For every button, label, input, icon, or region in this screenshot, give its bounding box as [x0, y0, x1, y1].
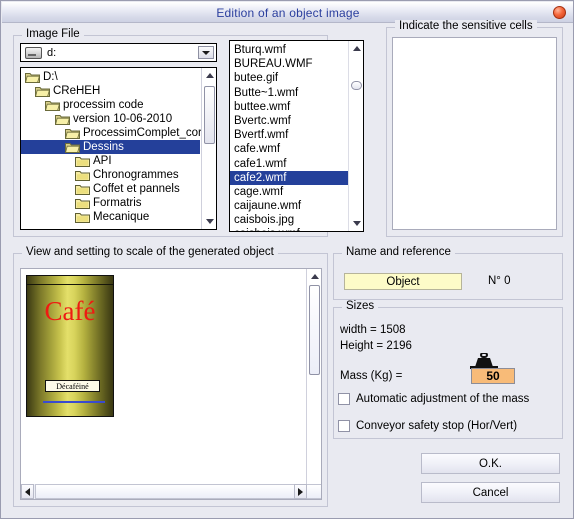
preview-scroll-right-icon[interactable]	[294, 484, 307, 499]
width-value-label: width = 1508	[340, 324, 406, 336]
file-list-item[interactable]: BUREAU.WMF	[230, 57, 348, 71]
tree-item-label: version 10-06-2010	[73, 113, 173, 125]
file-list-item[interactable]: caijaune.wmf	[230, 199, 348, 213]
object-name-input[interactable]: Object	[344, 273, 462, 290]
pack-blue-line	[43, 401, 105, 403]
tree-item-label: D:\	[43, 71, 58, 83]
name-reference-group-legend: Name and reference	[342, 246, 455, 258]
close-icon[interactable]	[553, 6, 566, 19]
file-list-item[interactable]: Bvertc.wmf	[230, 114, 348, 128]
chevron-down-icon[interactable]	[198, 46, 214, 59]
preview-horizontal-scroll-thumb[interactable]	[35, 484, 321, 499]
tree-item[interactable]: CReHEH	[21, 84, 200, 98]
file-list-item[interactable]: caisbois.wmf	[230, 227, 348, 231]
file-list-item[interactable]: cafe1.wmf	[230, 157, 348, 171]
cancel-button[interactable]: Cancel	[421, 482, 560, 503]
tree-item-label: ProcessimComplet_corrigé_trad	[83, 127, 216, 139]
file-scroll-down-icon[interactable]	[349, 217, 363, 230]
tree-item-label: Dessins	[83, 141, 124, 153]
tree-item-label: Chronogrammes	[93, 169, 179, 181]
tree-item-label: processim code	[63, 99, 144, 111]
preview-scroll-left-icon[interactable]	[21, 484, 34, 499]
file-list[interactable]: Bturq.wmf BUREAU.WMF butee.gif Butte~1.wmf b…	[229, 40, 364, 232]
drive-select[interactable]: d:	[20, 43, 217, 62]
folder-closed-icon	[75, 211, 90, 223]
tree-item-label: Formatris	[93, 197, 142, 209]
folder-open-icon	[65, 127, 80, 139]
mass-label: Mass (Kg) =	[340, 370, 403, 382]
window-title: Edition of an object image	[216, 6, 360, 20]
folder-closed-icon	[75, 155, 90, 167]
object-preview-canvas[interactable]: Café Décaféiné	[20, 268, 322, 500]
pack-brand-text: Café	[44, 296, 96, 326]
auto-mass-checkbox-row[interactable]: Automatic adjustment of the mass	[338, 393, 529, 405]
scroll-down-icon[interactable]	[202, 215, 216, 228]
directory-tree-scrollbar[interactable]	[201, 68, 216, 229]
tree-item[interactable]: ProcessimComplet_corrigé_trad	[21, 126, 216, 140]
object-reference-label: N° 0	[488, 275, 511, 287]
tree-item[interactable]: Dessins	[21, 140, 200, 154]
height-value-label: Height = 2196	[340, 340, 412, 352]
pack-label-text: Décaféiné	[45, 380, 100, 392]
auto-mass-checkbox-label: Automatic adjustment of the mass	[356, 393, 530, 405]
tree-item[interactable]: Mecanique	[21, 210, 200, 224]
tree-item-label: Mecanique	[93, 211, 150, 223]
folder-open-icon	[65, 141, 80, 153]
file-scroll-up-icon[interactable]	[349, 42, 363, 55]
conveyor-stop-checkbox-label: Conveyor safety stop (Hor/Vert)	[356, 420, 518, 432]
conveyor-stop-checkbox[interactable]	[338, 420, 350, 432]
tree-item[interactable]: processim code	[21, 98, 200, 112]
preview-horizontal-scrollbar[interactable]	[21, 484, 321, 499]
folder-closed-icon	[75, 169, 90, 181]
ok-button[interactable]: O.K.	[421, 453, 560, 474]
file-list-item[interactable]: cage.wmf	[230, 185, 348, 199]
drive-select-value: d:	[47, 46, 57, 59]
folder-open-icon	[35, 85, 50, 97]
conveyor-stop-checkbox-row[interactable]: Conveyor safety stop (Hor/Vert)	[338, 420, 517, 432]
file-list-item[interactable]: cafe.wmf	[230, 142, 348, 156]
tree-item-label: CReHEH	[53, 85, 101, 97]
tree-item[interactable]: version 10-06-2010	[21, 112, 200, 126]
preview-vertical-scrollbar[interactable]	[306, 269, 321, 499]
file-list-item[interactable]: buttee.wmf	[230, 100, 348, 114]
tree-item-label: API	[93, 155, 112, 167]
preview-vertical-scroll-thumb[interactable]	[309, 285, 320, 375]
sensitive-cells-canvas[interactable]	[392, 37, 557, 230]
folder-open-icon	[25, 71, 40, 83]
tree-item[interactable]: Formatris	[21, 196, 200, 210]
file-list-scrollbar[interactable]	[348, 41, 363, 231]
folder-open-icon	[45, 99, 60, 111]
file-list-item[interactable]: cafe2.wmf	[230, 170, 348, 185]
folder-open-icon	[55, 113, 70, 125]
tree-item[interactable]: API	[21, 154, 200, 168]
sensitive-cells-group-legend: Indicate the sensitive cells	[395, 20, 537, 32]
pack-cap-line	[27, 284, 113, 285]
file-list-item[interactable]: Bvertf.wmf	[230, 128, 348, 142]
tree-item[interactable]: Coffet et pannels	[21, 182, 200, 196]
directory-tree-scroll-thumb[interactable]	[204, 86, 215, 144]
file-list-item[interactable]: Bturq.wmf	[230, 43, 348, 57]
drive-icon	[25, 46, 42, 59]
sizes-group-legend: Sizes	[342, 300, 379, 312]
file-list-item[interactable]: caisbois.jpg	[230, 213, 348, 227]
tree-item[interactable]: Chronogrammes	[21, 168, 200, 182]
file-list-item[interactable]: Butte~1.wmf	[230, 86, 348, 100]
preview-group-legend: View and setting to scale of the generat…	[22, 246, 278, 258]
folder-closed-icon	[75, 183, 90, 195]
dialog-window: Edition of an object image Image File d:…	[0, 0, 574, 519]
tree-item-label: Coffet et pannels	[93, 183, 180, 195]
folder-closed-icon	[75, 197, 90, 209]
scroll-up-icon[interactable]	[202, 69, 216, 82]
directory-tree[interactable]: D:\ CReHEH processim code version 10-06-201…	[20, 67, 217, 230]
file-list-scroll-thumb[interactable]	[351, 81, 362, 90]
object-image-coffee-pack: Café Décaféiné	[26, 275, 114, 417]
tree-item[interactable]: D:\	[21, 70, 200, 84]
auto-mass-checkbox[interactable]	[338, 393, 350, 405]
mass-input[interactable]: 50	[471, 368, 515, 384]
weight-icon	[468, 352, 500, 369]
image-file-group-legend: Image File	[22, 28, 84, 40]
file-list-item[interactable]: butee.gif	[230, 71, 348, 85]
preview-scroll-up-icon[interactable]	[307, 270, 321, 283]
